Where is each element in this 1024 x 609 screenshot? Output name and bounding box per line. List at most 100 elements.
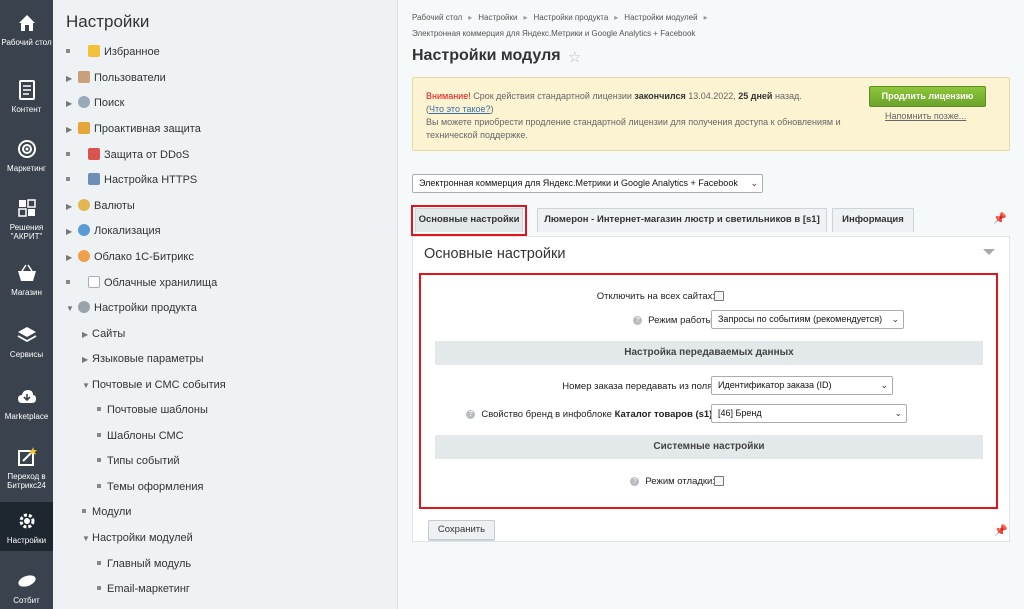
menu-item-mail-events[interactable]: ▼ Почтовые и СМС события xyxy=(82,376,226,394)
settings-menu: Настройки Избранное ▶ Пользователи ▶ Поиск… xyxy=(53,0,398,609)
gear-icon xyxy=(78,301,90,314)
basket-icon xyxy=(17,264,36,281)
page-title: Настройки модуля xyxy=(412,47,561,64)
debug-checkbox[interactable] xyxy=(714,476,724,486)
search-icon xyxy=(78,96,90,109)
menu-item-event-types[interactable]: Типы событий xyxy=(97,452,180,470)
menu-item-https[interactable]: Настройка HTTPS xyxy=(66,171,197,189)
expand-arrow-icon[interactable]: ▶ xyxy=(82,351,92,369)
menu-item-proactive[interactable]: ▶ Проактивная защита xyxy=(66,120,201,138)
expand-arrow-icon[interactable]: ▶ xyxy=(66,70,76,88)
cloud-icon xyxy=(78,250,90,263)
rail-label: Контент xyxy=(11,105,42,114)
expand-arrow-icon[interactable]: ▶ xyxy=(82,326,92,344)
rail-label: Переход в Битрикс24 xyxy=(7,472,46,490)
collapse-caret-icon[interactable] xyxy=(983,249,995,255)
breadcrumb-current: Электронная коммерция для Яндекс.Метрики… xyxy=(412,29,696,38)
disable-all-checkbox[interactable] xyxy=(714,291,724,301)
menu-item-email-marketing[interactable]: Email-маркетинг xyxy=(97,580,190,598)
pin-icon[interactable]: 📌 xyxy=(994,524,1008,537)
rail-item-shop[interactable]: Магазин xyxy=(0,262,53,297)
pin-icon[interactable]: 📌 xyxy=(993,212,1007,225)
shield-icon xyxy=(88,148,100,161)
help-icon[interactable]: ? xyxy=(466,409,476,419)
target-icon xyxy=(17,140,36,158)
brand-select[interactable]: [46] Бренд ⌄ xyxy=(711,404,907,423)
rail-item-marketplace[interactable]: Marketplace xyxy=(0,386,53,421)
puzzle-icon xyxy=(17,199,36,217)
menu-item-cloud-storage[interactable]: Облачные хранилища xyxy=(66,274,217,292)
tab-lumeron[interactable]: Люмерон - Интернет-магазин люстр и свети… xyxy=(537,208,827,232)
section-data-heading: Настройка передаваемых данных xyxy=(435,341,983,365)
rail-label: Сотбит xyxy=(13,596,40,605)
admin-rail: Рабочий стол Контент Маркетинг Решения "… xyxy=(0,0,53,609)
rail-label: Решения "АКРИТ" xyxy=(9,223,44,241)
menu-item-users[interactable]: ▶ Пользователи xyxy=(66,69,166,87)
coin-icon xyxy=(78,199,90,212)
chevron-down-icon: ⌄ xyxy=(880,380,888,390)
collapse-arrow-icon[interactable]: ▼ xyxy=(82,530,92,548)
favorite-star-icon[interactable]: ☆ xyxy=(568,48,581,66)
rail-item-akrit[interactable]: Решения "АКРИТ" xyxy=(0,197,53,241)
menu-item-modules[interactable]: Модули xyxy=(82,503,131,521)
mode-label-row: ? Режим работы: xyxy=(633,315,715,326)
collapse-arrow-icon[interactable]: ▼ xyxy=(82,377,92,395)
breadcrumb-link[interactable]: Настройки модулей xyxy=(624,13,697,22)
menu-item-main-module[interactable]: Главный модуль xyxy=(97,555,191,573)
expand-arrow-icon[interactable]: ▶ xyxy=(66,121,76,139)
menu-item-cloud-bitrix[interactable]: ▶ Облако 1С-Битрикс xyxy=(66,248,194,266)
lock-icon xyxy=(88,173,100,186)
rail-item-services[interactable]: Сервисы xyxy=(0,324,53,359)
expand-arrow-icon[interactable]: ▶ xyxy=(66,95,76,113)
help-icon[interactable]: ? xyxy=(633,315,643,325)
rail-item-settings[interactable]: Настройки xyxy=(0,502,53,551)
breadcrumb-link[interactable]: Настройки продукта xyxy=(533,13,608,22)
rail-item-content[interactable]: Контент xyxy=(0,79,53,114)
menu-item-product-settings[interactable]: ▼ Настройки продукта xyxy=(66,299,197,317)
module-select[interactable]: Электронная коммерция для Яндекс.Метрики… xyxy=(412,174,763,193)
star-doc-icon xyxy=(17,447,37,466)
leaf-icon xyxy=(17,575,36,587)
collapse-arrow-icon[interactable]: ▼ xyxy=(66,300,76,318)
layers-icon xyxy=(17,327,36,343)
menu-item-search[interactable]: ▶ Поиск xyxy=(66,94,124,112)
save-button[interactable]: Сохранить xyxy=(428,520,495,540)
menu-item-ddos[interactable]: Защита от DDoS xyxy=(66,146,189,164)
menu-item-currencies[interactable]: ▶ Валюты xyxy=(66,197,135,215)
expand-arrow-icon[interactable]: ▶ xyxy=(66,249,76,267)
menu-item-module-settings[interactable]: ▼ Настройки модулей xyxy=(82,529,193,547)
chevron-down-icon: ⌄ xyxy=(894,408,902,418)
rail-item-bitrix24[interactable]: Переход в Битрикс24 xyxy=(0,446,53,490)
mode-select[interactable]: Запросы по событиям (рекомендуется) ⌄ xyxy=(711,310,904,329)
order-field-select[interactable]: Идентификатор заказа (ID) ⌄ xyxy=(711,376,893,395)
menu-item-themes[interactable]: Темы оформления xyxy=(97,478,203,496)
rail-label: Сервисы xyxy=(9,350,44,359)
rail-item-sotbit[interactable]: Сотбит xyxy=(0,570,53,605)
menu-item-localization[interactable]: ▶ Локализация xyxy=(66,222,161,240)
remind-later-link[interactable]: Напомнить позже... xyxy=(885,111,966,121)
help-icon[interactable]: ? xyxy=(630,476,640,486)
tab-info[interactable]: Информация xyxy=(832,208,914,232)
what-is-this-link[interactable]: Что это такое? xyxy=(429,104,491,114)
expand-arrow-icon[interactable]: ▶ xyxy=(66,198,76,216)
star-icon xyxy=(88,45,100,58)
rail-label: Рабочий стол xyxy=(1,38,52,47)
order-label: Номер заказа передавать из поля: xyxy=(562,381,715,392)
menu-item-sms-templates[interactable]: Шаблоны СМС xyxy=(97,427,184,445)
breadcrumb-link[interactable]: Настройки xyxy=(478,13,517,22)
menu-item-languages[interactable]: ▶ Языковые параметры xyxy=(82,350,204,368)
breadcrumb-link[interactable]: Рабочий стол xyxy=(412,13,462,22)
menu-item-sites[interactable]: ▶ Сайты xyxy=(82,325,125,343)
rail-label: Маркетинг xyxy=(7,164,46,173)
chevron-down-icon: ⌄ xyxy=(891,314,899,324)
user-icon xyxy=(78,71,90,84)
expand-arrow-icon[interactable]: ▶ xyxy=(66,223,76,241)
main-content: Рабочий стол ▸ Настройки ▸ Настройки продукт… xyxy=(399,0,1024,609)
settings-panel: Основные настройки Отключить на всех сай… xyxy=(412,236,1010,542)
rail-item-marketing[interactable]: Маркетинг xyxy=(0,138,53,173)
menu-item-mail-templates[interactable]: Почтовые шаблоны xyxy=(97,401,208,419)
disable-all-label: Отключить на всех сайтах: xyxy=(596,291,715,302)
rail-item-desktop[interactable]: Рабочий стол xyxy=(0,12,53,47)
menu-item-favorites[interactable]: Избранное xyxy=(66,43,160,61)
extend-license-button[interactable]: Продлить лицензию xyxy=(869,86,986,107)
